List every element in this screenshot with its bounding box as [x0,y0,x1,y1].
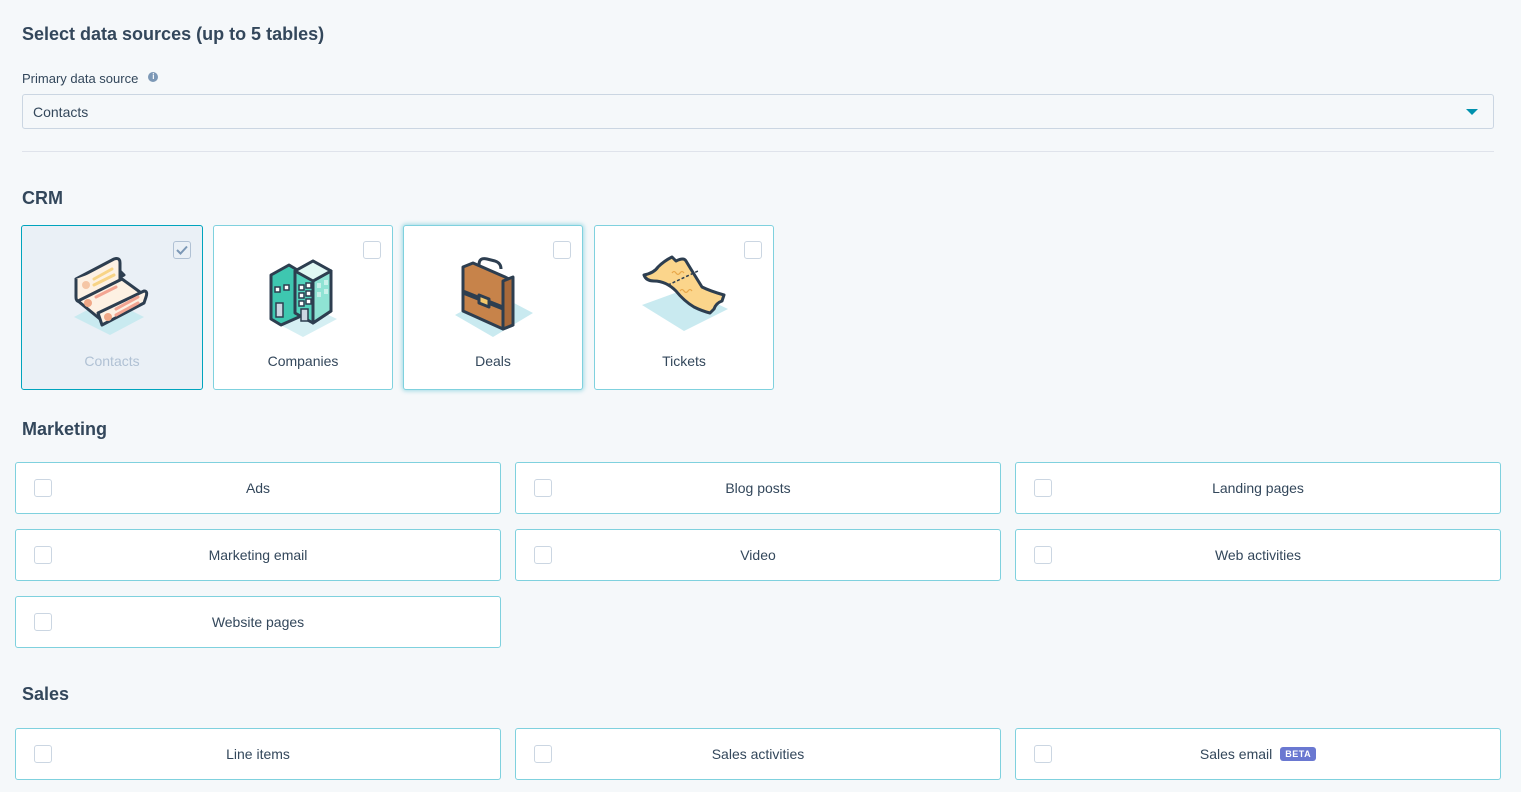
option-label: Video [740,547,776,563]
option-label: Website pages [211,614,305,630]
option-sales-email[interactable]: Sales email BETA [1015,728,1501,780]
primary-source-select[interactable]: Contacts [22,94,1494,129]
option-label: Landing pages [1212,480,1304,496]
beta-badge: BETA [1280,747,1317,761]
crm-card-label: Deals [475,353,511,369]
info-icon[interactable]: i [148,71,159,82]
contacts-cards-icon [74,257,149,335]
option-label: Ads [245,480,271,496]
checkmark-icon [176,245,188,255]
option-website-pages[interactable]: Website pages [15,596,501,648]
section-title-sales: Sales [22,684,70,704]
page-title: Select data sources (up to 5 tables) [22,24,325,44]
crm-card-deals[interactable]: Deals [403,225,583,390]
briefcase-icon [455,257,533,337]
option-line-items[interactable]: Line items [15,728,501,780]
crm-card-companies[interactable]: Companies [213,225,393,390]
option-web-activities[interactable]: Web activities [1015,529,1501,581]
primary-source-value: Contacts [33,103,89,120]
option-label: Sales email [1199,746,1273,762]
option-label: Line items [226,746,290,762]
crm-card-label: Companies [267,353,339,369]
checkbox-tickets[interactable] [744,241,762,259]
section-title-marketing: Marketing [22,419,108,439]
checkbox-companies[interactable] [363,241,381,259]
primary-source-label: Primary data source i [22,71,159,86]
building-icon [269,259,337,337]
option-label: Sales activities [711,746,805,762]
ticket-icon [642,255,728,331]
option-label: Marketing email [208,547,308,563]
crm-card-label: Tickets [662,353,706,369]
option-marketing-email[interactable]: Marketing email [15,529,501,581]
checkbox-deals[interactable] [553,241,571,259]
option-label: Blog posts [725,480,791,496]
primary-source-label-text: Primary data source [22,71,139,86]
crm-card-tickets[interactable]: Tickets [594,225,774,390]
caret-down-icon [1466,109,1478,115]
checkbox-contacts[interactable] [173,241,191,259]
crm-card-contacts[interactable]: Contacts [21,225,203,390]
section-title-crm: CRM [22,188,63,208]
option-blog-posts[interactable]: Blog posts [515,462,1001,514]
option-landing-pages[interactable]: Landing pages [1015,462,1501,514]
option-video[interactable]: Video [515,529,1001,581]
option-sales-activities[interactable]: Sales activities [515,728,1001,780]
option-label-wrap: Sales email BETA [1016,746,1500,762]
crm-card-label: Contacts [84,353,140,369]
option-label: Web activities [1214,547,1302,563]
option-ads[interactable]: Ads [15,462,501,514]
divider [22,151,1494,152]
